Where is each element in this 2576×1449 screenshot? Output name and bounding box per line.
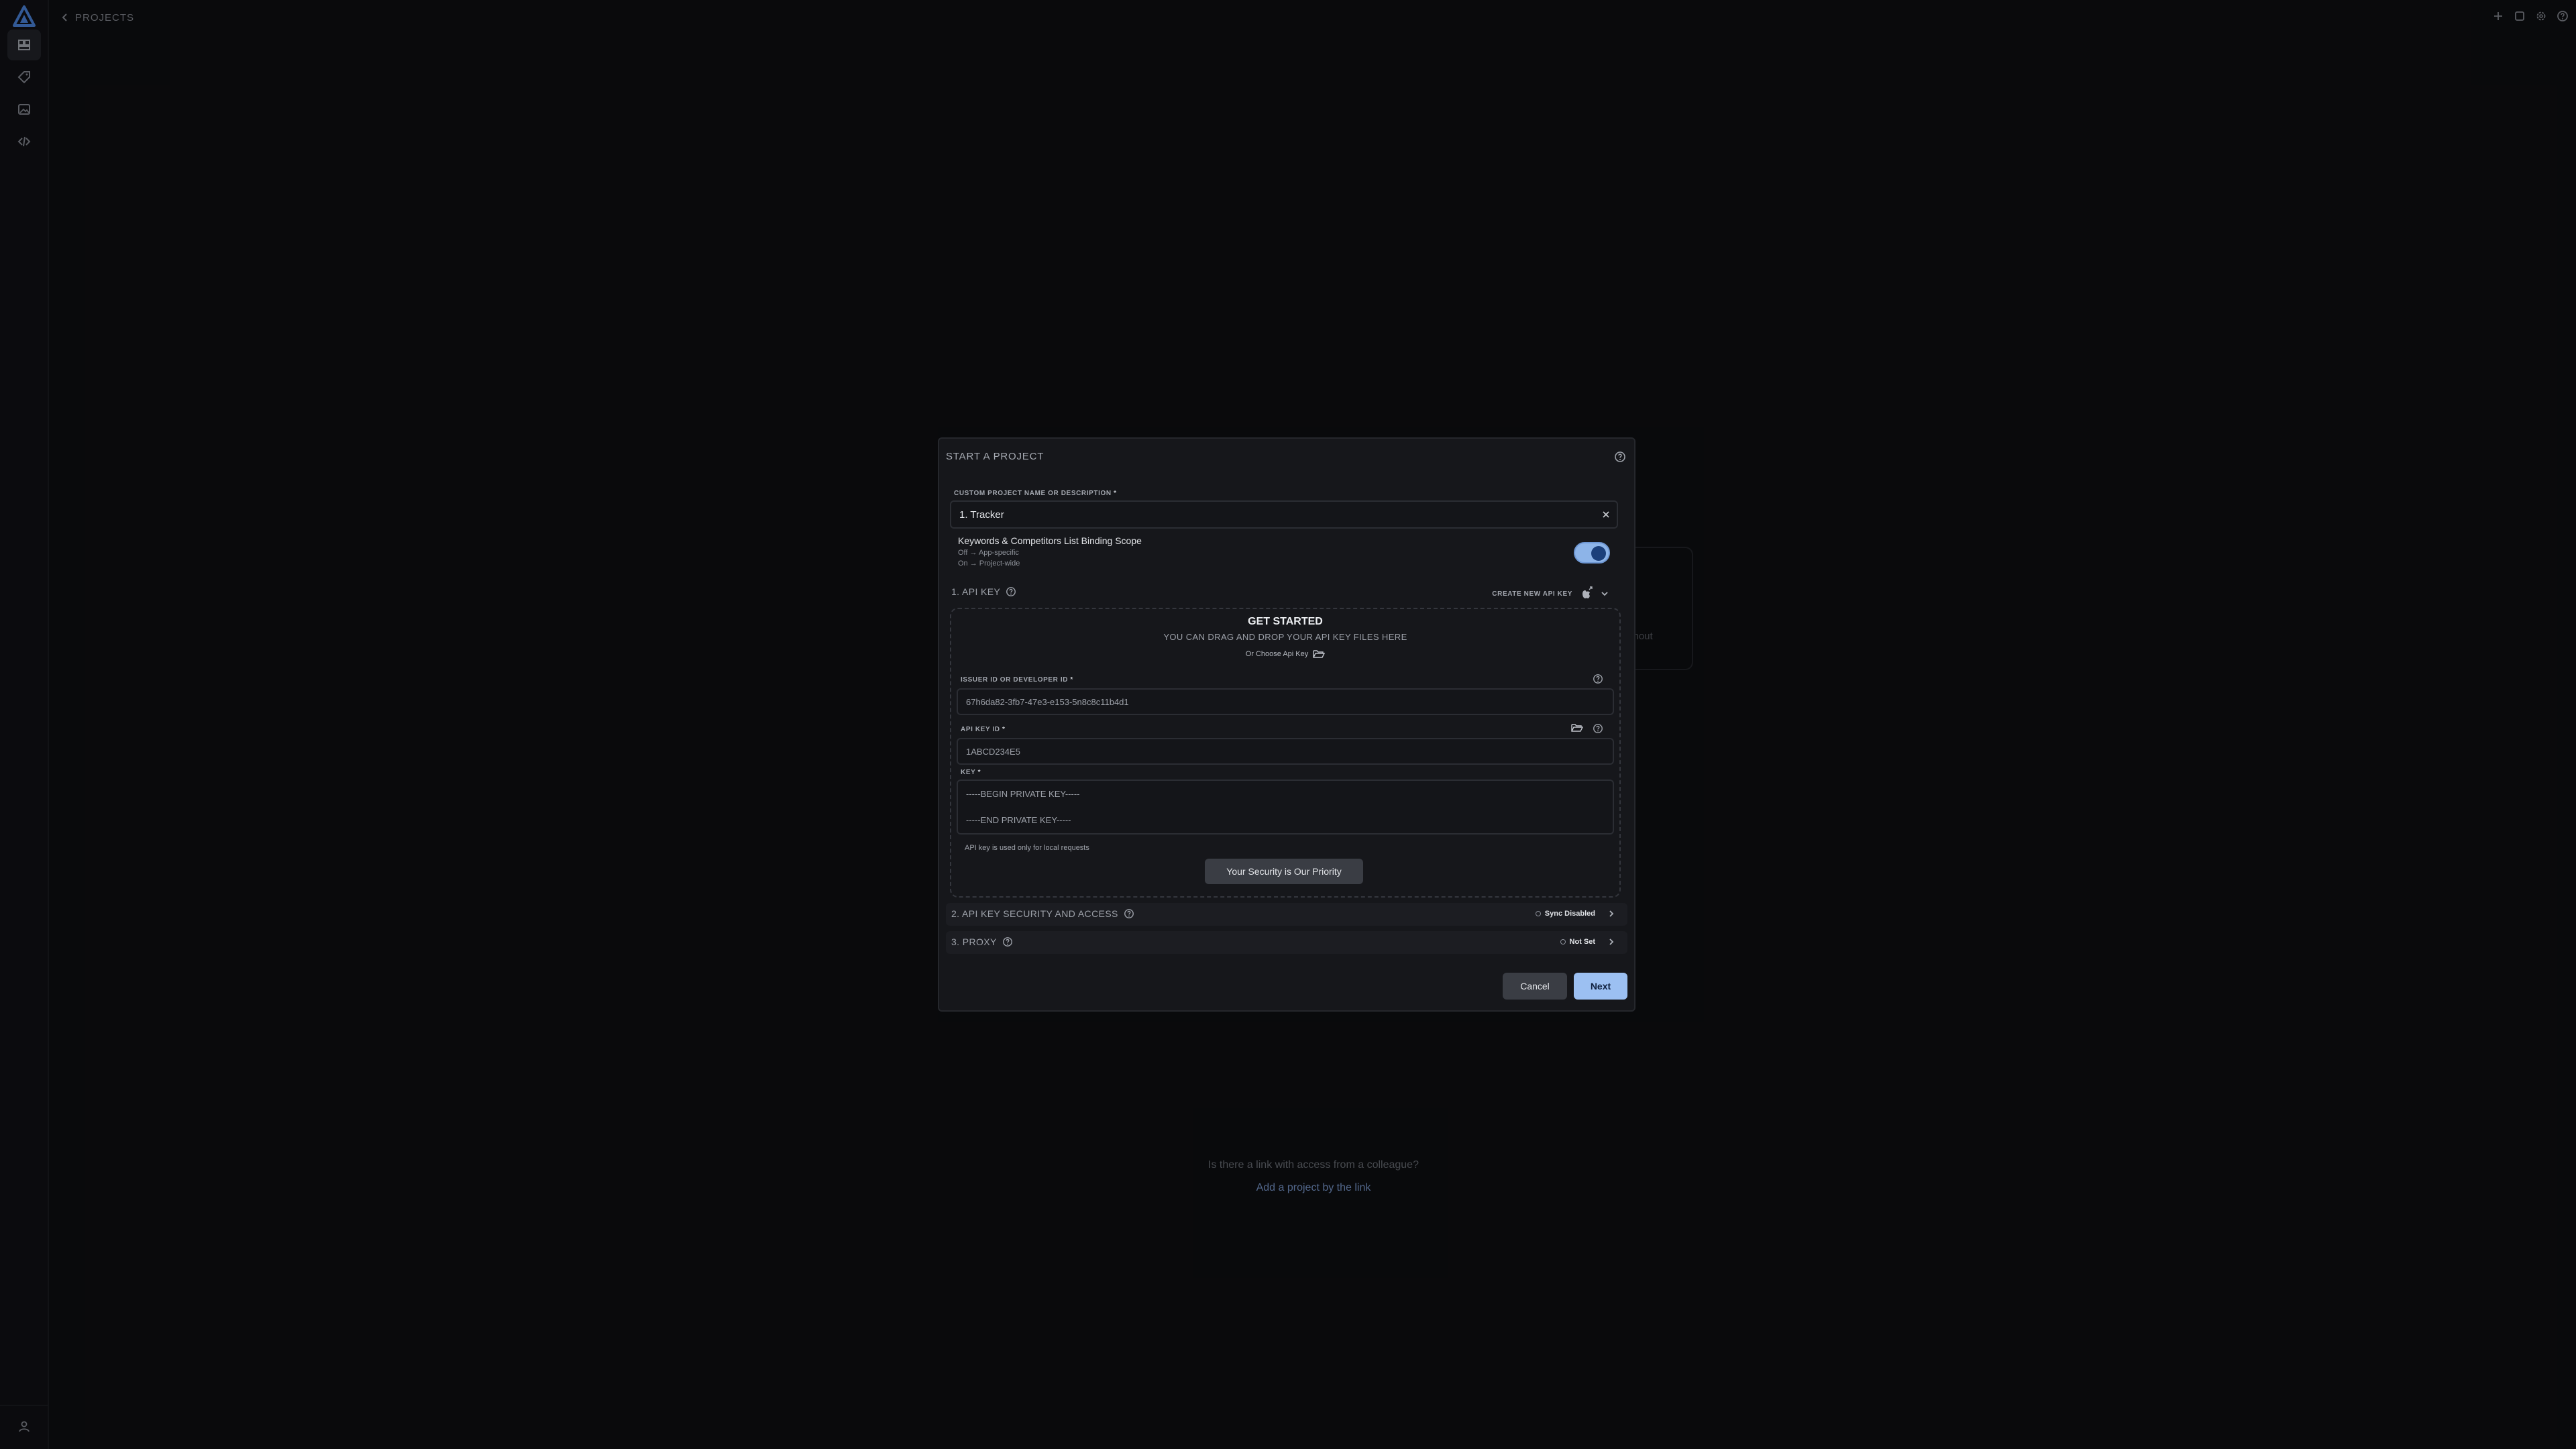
chevron-right-icon (1609, 910, 1614, 917)
help-icon[interactable] (1006, 586, 1016, 597)
security-priority-button[interactable]: Your Security is Our Priority (1205, 859, 1363, 884)
issuer-id-label-text: ISSUER ID OR DEVELOPER ID (961, 676, 1069, 684)
proxy-status-badge: Not Set (1560, 938, 1596, 946)
sync-status-badge: Sync Disabled (1535, 910, 1595, 918)
key-label-text: KEY (961, 769, 976, 776)
folder-open-icon (1313, 650, 1326, 658)
security-section-header: 2. API KEY SECURITY AND ACCESS (951, 908, 1134, 919)
dropzone-title: GET STARTED (1248, 616, 1323, 627)
chevron-right-icon (1609, 938, 1614, 945)
cancel-button[interactable]: Cancel (1503, 973, 1567, 1000)
required-mark: * (1070, 676, 1073, 684)
binding-scope-on: On → Project-wide (958, 559, 1020, 568)
project-name-label-text: CUSTOM PROJECT NAME OR DESCRIPTION (954, 490, 1112, 497)
choose-api-key-label: Or Choose Api Key (1245, 649, 1309, 658)
clear-icon[interactable] (1601, 509, 1611, 520)
apple-external-link-icon (1582, 586, 1593, 598)
binding-scope-toggle[interactable] (1574, 542, 1610, 564)
proxy-status-text: Not Set (1569, 938, 1596, 946)
folder-open-icon[interactable] (1571, 723, 1583, 733)
create-new-api-key[interactable]: CREATE NEW API KEY (1492, 586, 1609, 601)
status-dot (1535, 911, 1541, 916)
start-project-modal: START A PROJECT CUSTOM PROJECT NAME OR D… (938, 437, 1635, 1012)
private-key-textarea[interactable]: -----BEGIN PRIVATE KEY----- -----END PRI… (957, 780, 1614, 835)
proxy-section-header: 3. PROXY (951, 936, 1013, 947)
help-icon[interactable] (1593, 723, 1603, 734)
api-key-security-accordion[interactable]: 2. API KEY SECURITY AND ACCESS Sync Disa… (946, 903, 1627, 926)
private-key-end: -----END PRIVATE KEY----- (966, 815, 1071, 825)
api-key-hint: API key is used only for local requests (965, 844, 1089, 852)
issuer-id-input[interactable]: 67h6da82-3fb7-47e3-e153-5n8c8c11b4d1 (957, 688, 1614, 715)
api-key-section-header[interactable]: 1. API KEY (951, 586, 1016, 597)
next-button[interactable]: Next (1574, 973, 1627, 1000)
issuer-id-value: 67h6da82-3fb7-47e3-e153-5n8c8c11b4d1 (966, 696, 1129, 707)
api-key-dropzone[interactable]: GET STARTED YOU CAN DRAG AND DROP YOUR A… (950, 608, 1621, 898)
required-mark: * (1114, 490, 1117, 497)
proxy-accordion[interactable]: 3. PROXY Not Set (946, 931, 1627, 954)
status-dot (1560, 939, 1566, 945)
private-key-begin: -----BEGIN PRIVATE KEY----- (966, 789, 1080, 799)
create-new-api-key-label: CREATE NEW API KEY (1492, 590, 1572, 598)
project-name-value: 1. Tracker (959, 508, 1004, 521)
help-icon[interactable] (1002, 936, 1013, 947)
api-key-id-label: API KEY ID * (961, 726, 1006, 733)
project-name-input[interactable]: 1. Tracker (950, 500, 1618, 529)
binding-scope-off: Off → App-specific (958, 549, 1019, 557)
api-key-id-label-text: API KEY ID (961, 726, 1000, 733)
binding-scope-title: Keywords & Competitors List Binding Scop… (958, 535, 1142, 546)
api-key-id-input[interactable]: 1ABCD234E5 (957, 738, 1614, 765)
api-key-id-value: 1ABCD234E5 (966, 746, 1020, 757)
required-mark: * (977, 769, 981, 776)
api-key-section-title: 1. API KEY (951, 586, 1001, 597)
project-name-label: CUSTOM PROJECT NAME OR DESCRIPTION * (954, 490, 1117, 497)
choose-api-key[interactable]: Or Choose Api Key (951, 649, 1619, 659)
help-icon[interactable] (1593, 674, 1603, 684)
security-section-title: 2. API KEY SECURITY AND ACCESS (951, 908, 1118, 919)
toggle-knob (1591, 546, 1606, 561)
issuer-id-label: ISSUER ID OR DEVELOPER ID * (961, 676, 1073, 684)
sync-status-text: Sync Disabled (1544, 910, 1595, 918)
modal-title: START A PROJECT (946, 451, 1044, 462)
dropzone-subtitle: YOU CAN DRAG AND DROP YOUR API KEY FILES… (1163, 632, 1407, 642)
chevron-down-icon (1601, 592, 1608, 596)
key-label: KEY * (961, 769, 981, 776)
help-icon[interactable] (1614, 451, 1626, 463)
proxy-section-title: 3. PROXY (951, 936, 997, 947)
help-icon[interactable] (1124, 908, 1134, 919)
required-mark: * (1002, 726, 1006, 733)
